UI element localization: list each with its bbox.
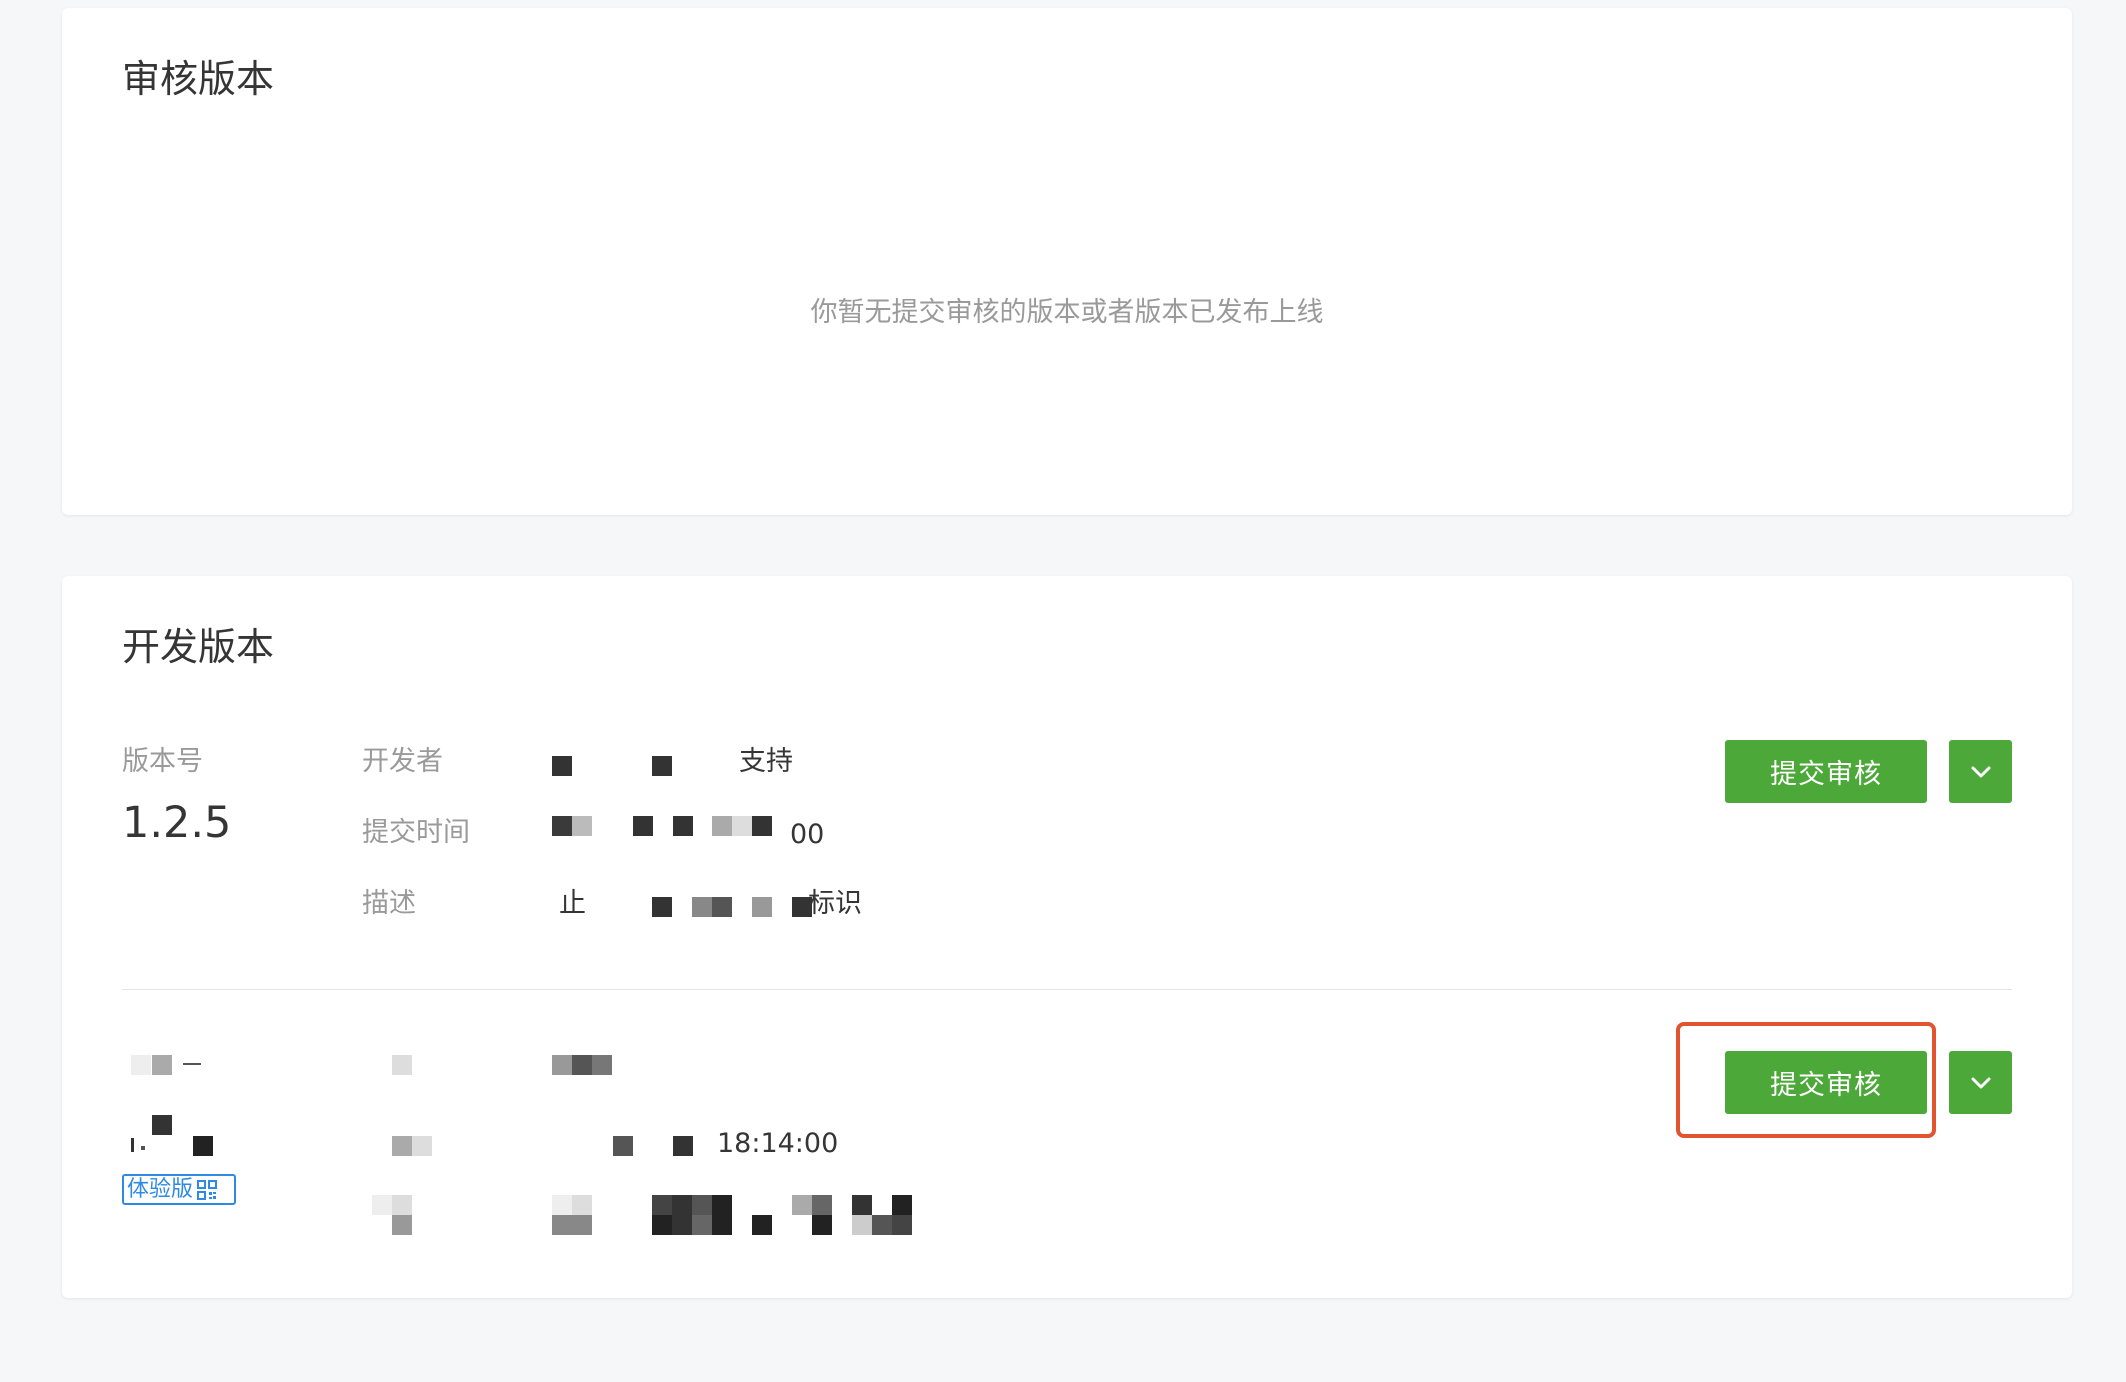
redaction-block (892, 1195, 912, 1215)
redaction-block (752, 897, 772, 917)
redaction-block (572, 1215, 592, 1235)
row-divider (122, 989, 2012, 990)
submit-time-value: 00 (790, 819, 825, 850)
redaction-block (752, 1215, 772, 1235)
redaction-block (552, 1215, 572, 1235)
redaction-block (672, 1195, 692, 1215)
redaction-block (392, 1195, 412, 1215)
redaction-block (712, 1215, 732, 1235)
redaction-block (872, 1215, 892, 1235)
redaction-block (183, 1063, 201, 1065)
redaction-block (193, 1136, 213, 1156)
redaction-block (392, 1136, 412, 1156)
submit-time-value: 18:14:00 (717, 1128, 839, 1159)
chevron-down-icon (1971, 766, 1990, 777)
redaction-block (572, 1055, 592, 1075)
more-actions-button[interactable] (1949, 740, 2012, 803)
redaction-block (141, 1146, 145, 1150)
redaction-block (412, 1136, 432, 1156)
badge-label: 体验版 (127, 1177, 194, 1202)
redaction-block (552, 816, 572, 836)
redaction-block (592, 1055, 612, 1075)
redaction-block (712, 816, 732, 836)
redaction-block (372, 1195, 392, 1215)
review-version-card (62, 8, 2072, 515)
developer-value: 支持 (739, 746, 793, 777)
description-label: 描述 (362, 888, 416, 919)
description-value-start: 止 (559, 888, 586, 919)
redaction-block (752, 816, 772, 836)
redaction-block (652, 756, 672, 776)
redaction-block (552, 756, 572, 776)
redaction-block (812, 1215, 832, 1235)
redaction-block (712, 897, 732, 917)
redaction-block (392, 1055, 412, 1075)
redaction-block (712, 1195, 732, 1215)
redaction-block (672, 1215, 692, 1235)
redaction-block (152, 1055, 172, 1075)
redaction-block (852, 1195, 872, 1215)
redaction-block (812, 1195, 832, 1215)
version-label: 版本号 (122, 746, 203, 777)
redaction-block (652, 1215, 672, 1235)
submit-time-label: 提交时间 (362, 817, 470, 848)
review-section-title: 审核版本 (122, 57, 275, 101)
redaction-block (692, 1215, 712, 1235)
submit-review-button[interactable]: 提交审核 (1725, 740, 1927, 803)
chevron-down-icon (1971, 1077, 1990, 1088)
redaction-block (572, 816, 592, 836)
submit-review-button[interactable]: 提交审核 (1725, 1051, 1927, 1114)
qr-code-icon (197, 1179, 218, 1200)
developer-label: 开发者 (362, 746, 443, 777)
redaction-block (792, 897, 812, 917)
trial-version-badge[interactable]: 体验版 (122, 1174, 236, 1205)
redaction-block (613, 1136, 633, 1156)
redaction-block (732, 816, 752, 836)
redaction-block (852, 1215, 872, 1235)
redaction-block (673, 1136, 693, 1156)
redaction-block (152, 1115, 172, 1135)
redaction-block (792, 1195, 812, 1215)
redaction-block (892, 1215, 912, 1235)
version-number: 1.2.5 (122, 798, 232, 848)
redaction-block (692, 1195, 712, 1215)
redaction-block (652, 1195, 672, 1215)
redaction-block (131, 1138, 134, 1152)
dev-section-title: 开发版本 (122, 625, 275, 669)
redaction-block (633, 816, 653, 836)
redaction-block (572, 1195, 592, 1215)
redaction-block (692, 897, 712, 917)
redaction-block (392, 1215, 412, 1235)
redaction-block (552, 1055, 572, 1075)
redaction-block (131, 1055, 151, 1075)
review-empty-state: 你暂无提交审核的版本或者版本已发布上线 (810, 297, 1324, 328)
more-actions-button[interactable] (1949, 1051, 2012, 1114)
redaction-block (552, 1195, 572, 1215)
description-value-end: 标识 (808, 888, 862, 919)
redaction-block (673, 816, 693, 836)
redaction-block (652, 897, 672, 917)
dev-version-card (62, 576, 2072, 1298)
